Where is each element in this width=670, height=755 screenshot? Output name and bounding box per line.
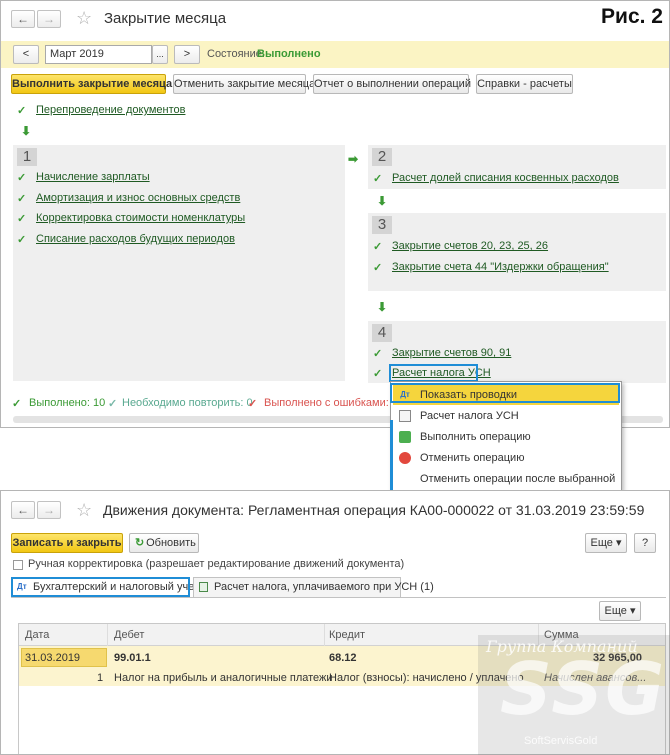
check-icon: ✓ — [373, 241, 383, 253]
step-link[interactable]: Закрытие счетов 20, 23, 25, 26 — [392, 240, 548, 252]
step-number: 2 — [372, 148, 392, 166]
arrow-right-icon: ➡ — [348, 152, 359, 166]
cancel-closing-button[interactable]: Отменить закрытие месяца — [173, 74, 315, 94]
step-panel-3: 3 ✓ Закрытие счетов 20, 23, 25, 26 ✓ Зак… — [368, 213, 666, 291]
check-icon: ✓ — [17, 172, 27, 184]
menu-item-run[interactable]: Выполнить операцию — [393, 427, 619, 447]
check-icon: ✓ — [17, 213, 27, 225]
repeat-icon: ✓ — [108, 398, 118, 410]
step-link[interactable]: Закрытие счетов 90, 91 — [392, 347, 511, 359]
favorite-star-icon[interactable]: ☆ — [76, 9, 92, 27]
step-link[interactable]: Закрытие счета 44 "Издержки обращения" — [392, 261, 609, 273]
step-panel-1: 1 ✓ Начисление зарплаты ✓ Амортизация и … — [13, 145, 345, 381]
watermark-logo: SSG — [500, 647, 667, 731]
back-button[interactable]: ← — [11, 501, 35, 519]
menu-item-usn-report[interactable]: Расчет налога УСН — [393, 406, 619, 426]
cell-debit-subconto: Налог на прибыль и аналогичные платежи — [114, 672, 333, 684]
prev-period-button[interactable]: < — [13, 45, 39, 64]
tab-usn-tax[interactable]: Расчет налога, уплачиваемого при УСН (1) — [193, 577, 434, 597]
figure-label: Рис. 2 — [601, 5, 663, 28]
check-icon: ✓ — [12, 398, 22, 410]
check-icon: ✓ — [17, 234, 27, 246]
column-date: Дата — [25, 629, 50, 641]
manual-edit-label: Ручная корректировка (разрешает редактир… — [28, 558, 405, 570]
back-button[interactable]: ← — [11, 10, 35, 28]
step-number: 1 — [17, 148, 37, 166]
status-repeat: Необходимо повторить: 0 — [122, 397, 253, 409]
period-field[interactable]: Март 2019 — [45, 45, 152, 64]
help-button[interactable]: ? — [634, 533, 656, 553]
state-value: Выполнено — [257, 48, 321, 60]
manual-edit-checkbox[interactable] — [13, 560, 23, 570]
refresh-icon: ↻ — [135, 537, 145, 549]
step-link[interactable]: Списание расходов будущих периодов — [36, 233, 235, 245]
column-credit: Кредит — [329, 629, 366, 641]
step-panel-2: 2 ✓ Расчет долей списания косвенных расх… — [368, 145, 666, 189]
watermark: Группа Компаний SSG SoftServisGold — [478, 635, 670, 755]
status-errors: Выполнено с ошибками: 0 — [264, 397, 398, 409]
register-icon — [199, 582, 208, 592]
status-done: Выполнено: 10 — [29, 397, 106, 409]
refresh-button[interactable]: ↻ Обновить — [129, 533, 199, 553]
operations-report-button[interactable]: Отчет о выполнении операций — [313, 74, 471, 94]
window-title: Движения документа: Регламентная операци… — [103, 502, 645, 518]
check-icon: ✓ — [373, 262, 383, 274]
period-toolbar: < Март 2019 ... > Состояние: Выполнено — [1, 41, 669, 68]
forward-button[interactable]: → — [37, 501, 61, 519]
window-title: Закрытие месяца — [104, 10, 227, 27]
arrow-down-icon: ⬇ — [377, 300, 388, 314]
run-icon — [399, 431, 411, 443]
highlight-frame — [390, 383, 620, 403]
step-number: 4 — [372, 324, 392, 342]
cell-number: 1 — [97, 672, 104, 684]
check-icon: ✓ — [373, 348, 383, 360]
cell-credit-account: 68.12 — [329, 652, 357, 664]
run-closing-button[interactable]: Выполнить закрытие месяца — [11, 74, 172, 94]
favorite-star-icon[interactable]: ☆ — [76, 501, 92, 519]
highlight-frame — [11, 577, 190, 597]
month-closing-window: ← → ☆ Закрытие месяца Рис. 2 < Март 2019… — [0, 0, 670, 428]
step-link[interactable]: Начисление зарплаты — [36, 171, 150, 183]
check-icon: ✓ — [17, 105, 27, 117]
cancel-icon — [399, 452, 411, 464]
report-icon — [399, 410, 411, 422]
step-link[interactable]: Корректировка стоимости номенклатуры — [36, 212, 245, 224]
arrow-down-icon: ⬇ — [21, 124, 32, 138]
repost-link[interactable]: Перепроведение документов — [36, 104, 185, 116]
error-icon: ✓ — [248, 398, 258, 410]
table-more-button[interactable]: Еще ▾ — [599, 601, 641, 621]
step-link[interactable]: Амортизация и износ основных средств — [36, 192, 240, 204]
step-number: 3 — [372, 216, 392, 234]
cell-date: 31.03.2019 — [25, 652, 81, 664]
watermark-site: SoftServisGold — [524, 735, 598, 747]
menu-item-cancel[interactable]: Отменить операцию — [393, 448, 619, 468]
column-debit: Дебет — [114, 629, 145, 641]
save-close-button[interactable]: Записать и закрыть — [11, 533, 123, 553]
check-icon: ✓ — [373, 173, 383, 185]
tab-divider — [11, 597, 666, 598]
forward-button[interactable]: → — [37, 10, 61, 28]
period-choose-button[interactable]: ... — [152, 45, 168, 64]
highlight-frame — [389, 364, 478, 382]
cell-debit-account: 99.01.1 — [114, 652, 151, 664]
more-button[interactable]: Еще ▾ — [585, 533, 627, 553]
menu-item-cancel-after[interactable]: Отменить операции после выбранной — [393, 469, 619, 489]
check-icon: ✓ — [373, 368, 383, 380]
arrow-down-icon: ⬇ — [377, 194, 388, 208]
references-button[interactable]: Справки - расчеты — [476, 74, 573, 94]
next-period-button[interactable]: > — [174, 45, 200, 64]
connector-line — [390, 420, 393, 494]
check-icon: ✓ — [17, 193, 27, 205]
step-link[interactable]: Расчет долей списания косвенных расходов — [392, 172, 619, 184]
